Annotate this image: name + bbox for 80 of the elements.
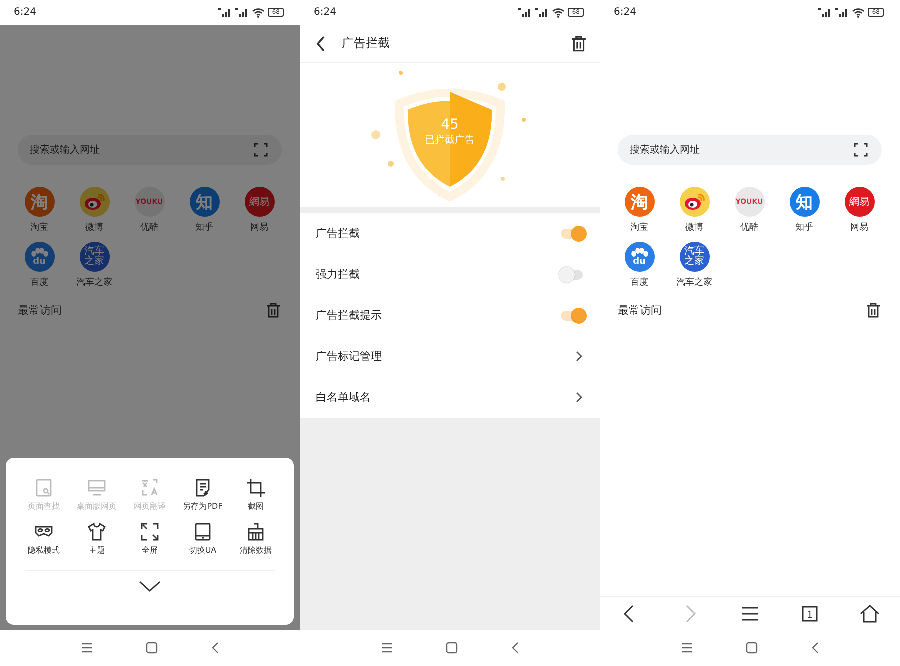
collapse-icon[interactable] — [139, 581, 161, 593]
search-field[interactable]: 搜索或输入网址 — [18, 135, 282, 165]
site-name[interactable]: 淘宝 — [30, 221, 48, 234]
menu-icon[interactable] — [381, 643, 393, 653]
signal-icon — [535, 8, 550, 17]
fullscreen-icon — [140, 522, 160, 542]
site-name[interactable]: 汽车之家 — [76, 276, 112, 289]
site-name[interactable]: 网易 — [250, 221, 268, 234]
status-time: 6:24 — [314, 7, 336, 18]
back-icon[interactable] — [211, 642, 219, 654]
site-logo-icon[interactable]: 網易 — [844, 187, 874, 217]
broom-icon — [246, 522, 266, 542]
site-name[interactable]: 微博 — [686, 221, 704, 234]
chevron-right-icon — [576, 351, 583, 362]
wifi-icon — [552, 8, 566, 18]
signal-icon — [218, 8, 232, 17]
site-logo-icon[interactable] — [80, 187, 110, 217]
desktop-icon — [87, 478, 107, 498]
menu-icon[interactable] — [81, 643, 93, 653]
settings-row[interactable]: 白名单域名 — [300, 377, 600, 418]
menu-item[interactable]: 截图 — [230, 478, 282, 512]
translate-icon — [140, 478, 160, 498]
search-field[interactable]: 搜索或输入网址 — [618, 135, 882, 165]
site-logo-icon[interactable]: du — [624, 242, 654, 272]
signal-icon — [835, 8, 850, 17]
settings-row[interactable]: 广告拦截 — [300, 213, 600, 254]
trash-icon[interactable] — [572, 36, 586, 52]
settings-row[interactable]: 强力拦截 — [300, 254, 600, 295]
site-name[interactable]: 知乎 — [796, 221, 814, 234]
site-name[interactable]: 优酷 — [740, 221, 758, 234]
square-icon[interactable] — [746, 642, 758, 654]
site-logo-icon[interactable]: 網易 — [244, 187, 274, 217]
chevron-right-icon — [576, 392, 583, 403]
crop-icon — [246, 478, 266, 498]
site-logo-icon[interactable]: 知 — [790, 187, 820, 217]
menu-item[interactable]: 全屏 — [124, 522, 176, 556]
settings-row[interactable]: 广告标记管理 — [300, 336, 600, 377]
square-icon[interactable] — [446, 642, 458, 654]
home-icon[interactable] — [859, 602, 881, 624]
settings-row[interactable]: 广告拦截提示 — [300, 295, 600, 336]
toggle-switch[interactable] — [561, 270, 583, 280]
find-icon — [34, 478, 54, 498]
site-name[interactable]: 百度 — [30, 276, 48, 289]
status-time: 6:24 — [14, 7, 36, 18]
wifi-icon — [852, 8, 866, 18]
tablet-icon — [193, 522, 213, 542]
trash-icon[interactable] — [867, 303, 880, 318]
site-name[interactable]: 百度 — [630, 276, 648, 289]
menu-item[interactable]: 另存为PDF — [176, 478, 230, 512]
signal-icon — [235, 8, 250, 17]
site-name[interactable]: 淘宝 — [630, 221, 648, 234]
wifi-icon — [252, 8, 266, 18]
blocked-count: 45 — [441, 117, 459, 133]
menu-item[interactable]: 隐私模式 — [18, 522, 70, 556]
site-logo-icon[interactable]: 淘 — [624, 187, 654, 217]
menu-item[interactable]: 清除数据 — [230, 522, 282, 556]
page-title: 广告拦截 — [342, 35, 391, 52]
section-title: 最常访问 — [18, 303, 62, 318]
site-name[interactable]: 优酷 — [140, 221, 158, 234]
site-name[interactable]: 知乎 — [196, 221, 214, 234]
signal-icon — [518, 8, 532, 17]
signal-icon — [818, 8, 832, 17]
site-logo-icon[interactable]: 汽车之家 — [80, 242, 110, 272]
site-name[interactable]: 网易 — [850, 221, 868, 234]
site-name[interactable]: 微博 — [86, 221, 104, 234]
shirt-icon — [87, 522, 107, 542]
blocked-caption: 已拦截广告 — [425, 134, 475, 147]
back-icon[interactable] — [811, 642, 819, 654]
menu-icon[interactable] — [681, 643, 693, 653]
square-icon[interactable] — [146, 642, 158, 654]
status-time: 6:24 — [614, 7, 636, 18]
menu-item[interactable]: 切换UA — [176, 522, 230, 556]
back-icon[interactable] — [316, 36, 326, 52]
site-logo-icon[interactable]: 汽车之家 — [680, 242, 710, 272]
site-name[interactable]: 汽车之家 — [676, 276, 712, 289]
section-title: 最常访问 — [618, 303, 662, 318]
scan-icon[interactable] — [854, 143, 868, 157]
back-icon[interactable] — [511, 642, 519, 654]
site-logo-icon[interactable] — [680, 187, 710, 217]
menu-item[interactable]: 主题 — [70, 522, 124, 556]
